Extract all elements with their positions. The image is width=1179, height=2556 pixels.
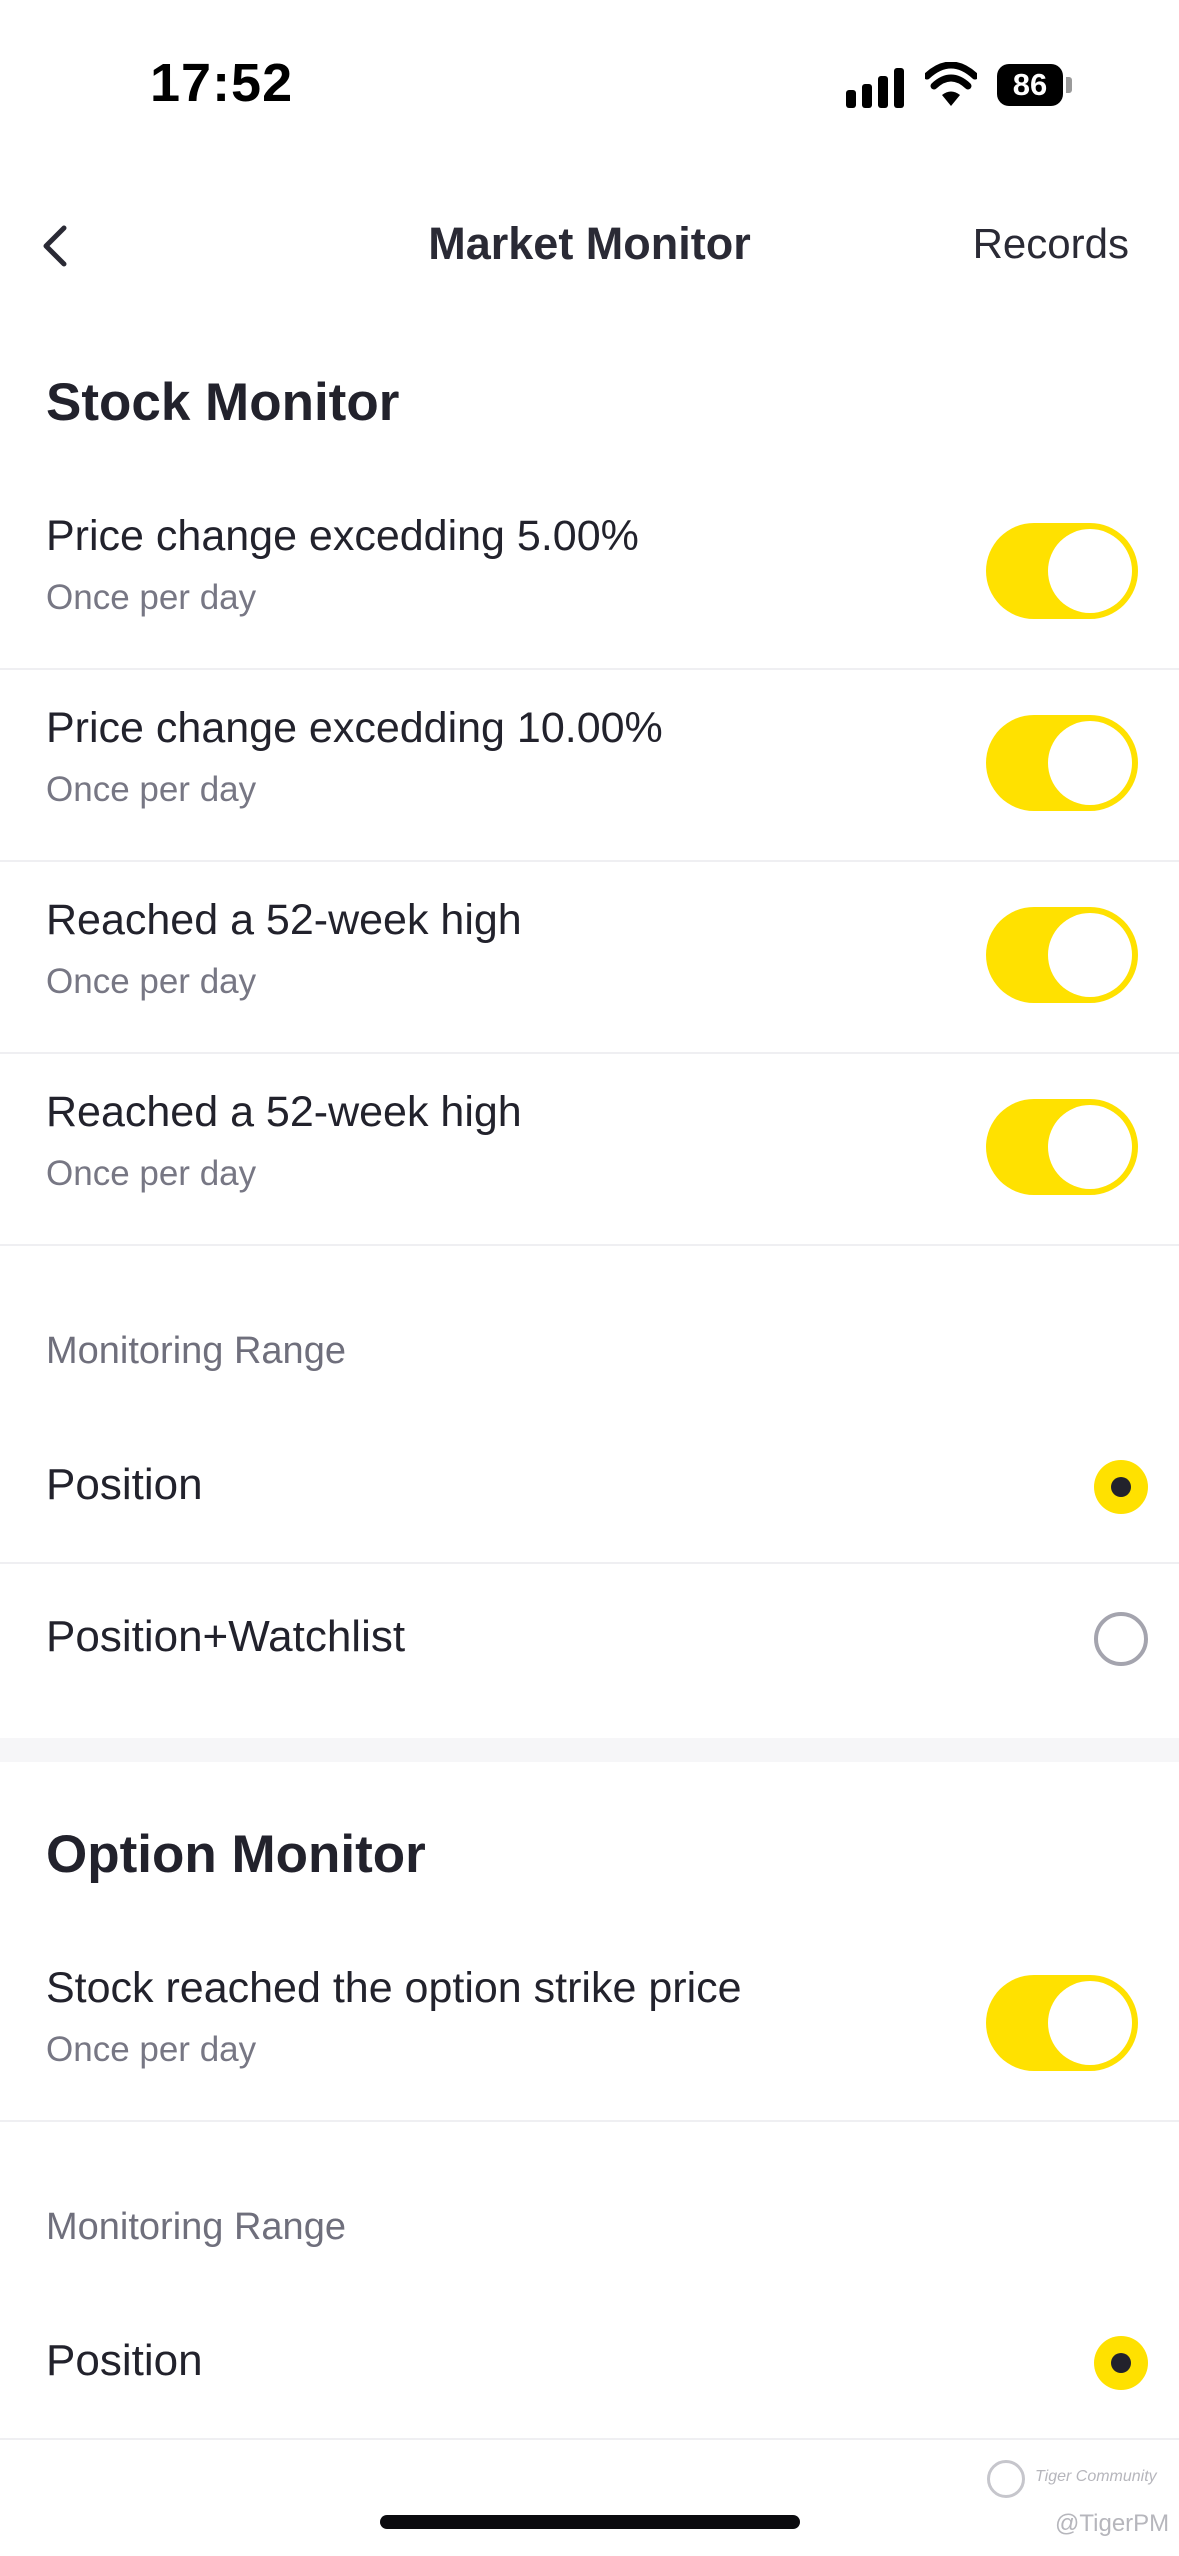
nav-bar: Market Monitor Records: [0, 190, 1179, 300]
radio-unselected[interactable]: [1094, 1612, 1148, 1666]
range-option-position[interactable]: Position: [0, 2288, 1179, 2440]
radio-selected[interactable]: [1094, 2336, 1148, 2390]
range-option-position-watchlist[interactable]: Position+Watchlist: [0, 1564, 1179, 1714]
monitoring-range-label: Monitoring Range: [46, 1330, 346, 1372]
alert-title: Reached a 52-week high: [46, 1088, 522, 1136]
section-divider: [0, 1738, 1179, 1762]
toggle-knob: [1048, 529, 1132, 613]
stock-monitor-title: Stock Monitor: [46, 373, 400, 432]
battery-icon: 86: [997, 64, 1073, 106]
alert-toggle[interactable]: [986, 715, 1138, 811]
toggle-knob: [1048, 1105, 1132, 1189]
alert-toggle[interactable]: [986, 907, 1138, 1003]
alert-row: Reached a 52-week high Once per day: [0, 860, 1179, 1054]
signal-icon: [846, 68, 904, 108]
alert-title: Price change excedding 10.00%: [46, 704, 663, 752]
alert-row: Reached a 52-week high Once per day: [0, 1052, 1179, 1246]
alert-frequency: Once per day: [46, 2030, 257, 2069]
alert-title: Price change excedding 5.00%: [46, 512, 639, 560]
wifi-icon: [925, 62, 977, 106]
tiger-community-logo-icon: [987, 2460, 1025, 2498]
status-time: 17:52: [150, 53, 294, 113]
range-option-label: Position+Watchlist: [46, 1612, 406, 1661]
watermark: Tiger Community @TigerPM: [985, 2458, 1175, 2548]
toggle-knob: [1048, 913, 1132, 997]
home-indicator[interactable]: [380, 2515, 800, 2529]
battery-level: 86: [997, 64, 1063, 106]
status-bar: 17:52 86: [0, 0, 1179, 170]
alert-title: Reached a 52-week high: [46, 896, 522, 944]
alert-frequency: Once per day: [46, 962, 257, 1001]
toggle-knob: [1048, 1981, 1132, 2065]
alert-row: Price change excedding 5.00% Once per da…: [0, 476, 1179, 670]
watermark-community: Tiger Community: [1035, 2468, 1157, 2485]
records-button[interactable]: Records: [973, 220, 1129, 268]
alert-toggle[interactable]: [986, 1099, 1138, 1195]
range-option-label: Position: [46, 1460, 203, 1509]
alert-frequency: Once per day: [46, 770, 257, 809]
alert-frequency: Once per day: [46, 578, 257, 617]
watermark-handle: @TigerPM: [1055, 2510, 1170, 2537]
alert-row: Stock reached the option strike price On…: [0, 1928, 1179, 2122]
range-option-label: Position: [46, 2336, 203, 2385]
alert-toggle[interactable]: [986, 1975, 1138, 2071]
chevron-left-icon[interactable]: [34, 218, 84, 274]
alert-frequency: Once per day: [46, 1154, 257, 1193]
range-option-position[interactable]: Position: [0, 1412, 1179, 1564]
toggle-knob: [1048, 721, 1132, 805]
alert-toggle[interactable]: [986, 523, 1138, 619]
alert-row: Price change excedding 10.00% Once per d…: [0, 668, 1179, 862]
monitoring-range-label: Monitoring Range: [46, 2206, 346, 2248]
option-monitor-title: Option Monitor: [46, 1825, 426, 1884]
radio-selected[interactable]: [1094, 1460, 1148, 1514]
alert-title: Stock reached the option strike price: [46, 1964, 742, 2012]
